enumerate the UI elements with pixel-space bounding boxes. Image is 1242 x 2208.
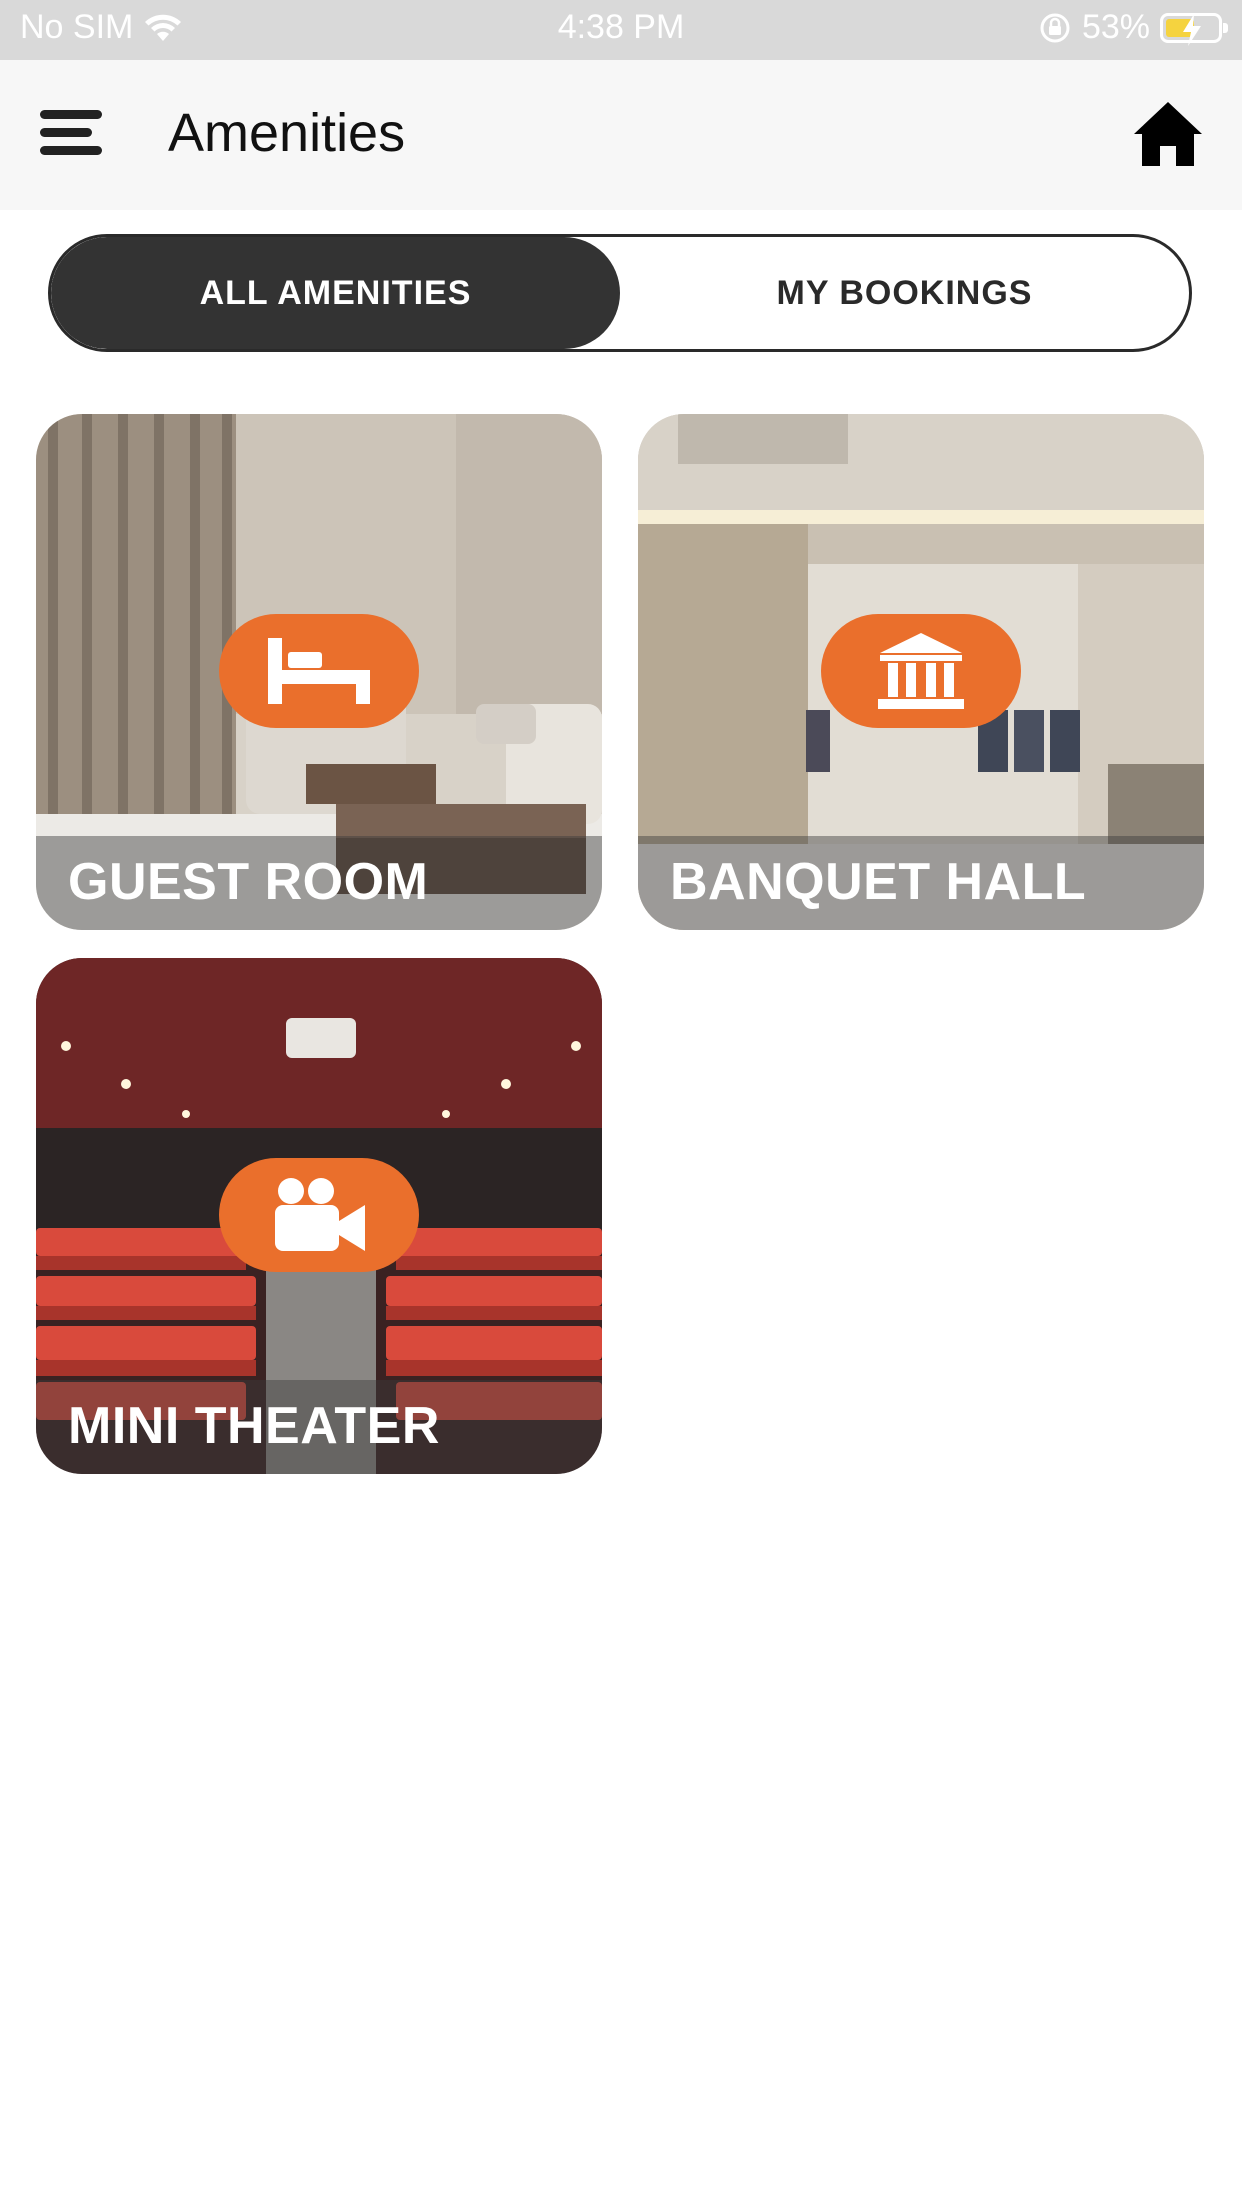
amenity-label: BANQUET HALL	[670, 853, 1087, 911]
banquet-hall-badge	[821, 614, 1021, 728]
amenity-label: GUEST ROOM	[68, 853, 429, 911]
home-icon[interactable]	[1130, 96, 1206, 172]
status-right: 53%	[1038, 8, 1228, 47]
amenity-card-mini-theater[interactable]: MINI THEATER	[36, 958, 602, 1474]
tab-my-bookings[interactable]: MY BOOKINGS	[620, 237, 1189, 349]
amenity-card-banquet-hall[interactable]: BANQUET HALL	[638, 414, 1204, 930]
institution-icon	[878, 633, 964, 709]
bed-icon	[268, 638, 370, 704]
guest-room-badge	[219, 614, 419, 728]
battery-icon	[1160, 12, 1228, 46]
battery-percent: 53%	[1081, 8, 1150, 46]
app-header: Amenities	[0, 60, 1242, 210]
tab-all-amenities[interactable]: ALL AMENITIES	[51, 237, 620, 349]
page-title: Amenities	[168, 103, 406, 163]
hamburger-menu-icon[interactable]	[40, 110, 102, 160]
amenity-label: MINI THEATER	[68, 1397, 440, 1455]
amenities-tab-switch: ALL AMENITIES MY BOOKINGS	[48, 234, 1192, 352]
mini-theater-badge	[219, 1158, 419, 1272]
video-camera-icon	[275, 1178, 365, 1251]
amenity-card-guest-room[interactable]: GUEST ROOM	[36, 414, 602, 930]
status-bar: No SIM 4:38 PM 53%	[0, 0, 1242, 60]
orientation-lock-icon	[1040, 13, 1070, 42]
